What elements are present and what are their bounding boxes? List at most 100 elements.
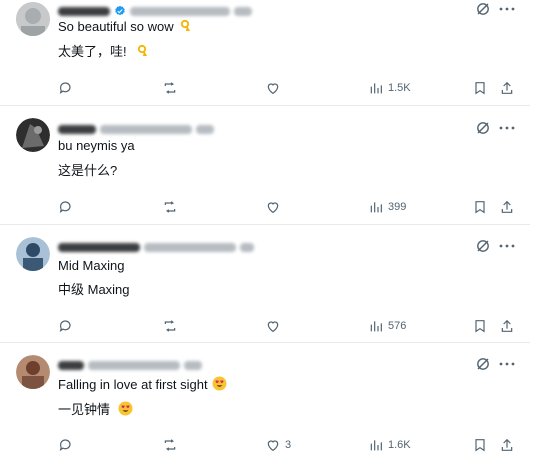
heart-icon: [267, 202, 279, 214]
display-name-blurred[interactable]: [58, 124, 96, 134]
view-count: 399: [388, 201, 407, 213]
view-count: 576: [388, 320, 407, 332]
heart-icon: [267, 321, 279, 333]
bookmark-button[interactable]: [472, 79, 488, 97]
bookmark-icon: [475, 320, 485, 333]
avatar[interactable]: [16, 237, 50, 271]
timestamp-blurred[interactable]: [184, 360, 202, 370]
share-button[interactable]: [499, 317, 515, 335]
share-icon: [501, 200, 513, 213]
bookmark-button[interactable]: [472, 317, 488, 335]
like-button[interactable]: 3: [265, 436, 291, 454]
share-button[interactable]: [499, 436, 515, 454]
reply-button[interactable]: [58, 317, 74, 335]
ok-hand-icon: [137, 44, 147, 56]
views-button[interactable]: 1.5K: [368, 79, 411, 97]
repost-button[interactable]: [162, 317, 178, 335]
avatar[interactable]: [16, 2, 50, 36]
share-icon: [501, 81, 513, 94]
reply-post[interactable]: Mid Maxing 中级 Maxing 576: [0, 225, 530, 343]
reply-button[interactable]: [58, 436, 74, 454]
action-bar: 399: [0, 198, 530, 216]
reply-text-line-1: Falling in love at first sight: [58, 376, 227, 393]
views-icon: [370, 83, 382, 94]
reply-text-line-1: So beautiful so wow: [58, 19, 192, 35]
handle-blurred[interactable]: [88, 360, 180, 370]
views-button[interactable]: 399: [368, 198, 406, 216]
reply-icon: [59, 320, 71, 332]
reply-translation: 中级 Maxing: [58, 282, 130, 297]
reply-text: bu neymis ya: [58, 138, 135, 153]
more-options-icon[interactable]: [498, 1, 516, 17]
bookmark-button[interactable]: [472, 436, 488, 454]
bookmark-icon: [475, 201, 485, 214]
repost-button[interactable]: [162, 198, 178, 216]
repost-icon: [164, 320, 176, 332]
grok-icon[interactable]: [475, 356, 491, 372]
reply-text: Falling in love at first sight: [58, 377, 208, 392]
avatar[interactable]: [16, 118, 50, 152]
author-header: [58, 122, 214, 136]
action-bar: 1.5K: [0, 79, 530, 97]
reply-text-line-2: 中级 Maxing: [58, 282, 130, 298]
views-icon: [370, 321, 382, 332]
reply-icon: [59, 439, 71, 451]
share-button[interactable]: [499, 79, 515, 97]
bookmark-button[interactable]: [472, 198, 488, 216]
reply-translation: 一见钟情: [58, 402, 111, 417]
like-button[interactable]: [265, 317, 285, 335]
reply-text-line-1: Mid Maxing: [58, 258, 124, 274]
like-button[interactable]: [265, 198, 285, 216]
like-button[interactable]: [265, 79, 285, 97]
reply-translation: 这是什么?: [58, 163, 118, 178]
heart-eyes-icon: [212, 376, 227, 391]
timestamp-blurred[interactable]: [196, 124, 214, 134]
display-name-blurred[interactable]: [58, 360, 84, 370]
share-button[interactable]: [499, 198, 515, 216]
ok-hand-icon: [180, 19, 190, 31]
more-options-icon[interactable]: [498, 120, 516, 136]
repost-icon: [164, 82, 176, 94]
reply-text: So beautiful so wow: [58, 19, 174, 34]
reply-text-line-2: 这是什么?: [58, 163, 117, 179]
timestamp-blurred[interactable]: [240, 242, 254, 252]
handle-blurred[interactable]: [130, 6, 230, 16]
views-button[interactable]: 576: [368, 317, 406, 335]
views-button[interactable]: 1.6K: [368, 436, 411, 454]
share-icon: [501, 319, 513, 332]
reply-icon: [59, 82, 71, 94]
avatar[interactable]: [16, 355, 50, 389]
reply-icon: [59, 201, 71, 213]
handle-blurred[interactable]: [100, 124, 192, 134]
author-header: [58, 358, 202, 372]
bookmark-icon: [475, 82, 485, 95]
display-name-blurred[interactable]: [58, 242, 140, 252]
verified-badge-icon: [115, 5, 125, 16]
view-count: 1.6K: [388, 439, 411, 451]
reply-button[interactable]: [58, 198, 74, 216]
display-name-blurred[interactable]: [58, 6, 110, 16]
repost-button[interactable]: [162, 79, 178, 97]
more-options-icon[interactable]: [498, 356, 516, 372]
grok-icon[interactable]: [475, 1, 491, 17]
reply-post[interactable]: bu neymis ya 这是什么? 399: [0, 111, 530, 225]
reply-translation: 太美了，哇!: [58, 44, 127, 59]
timestamp-blurred[interactable]: [234, 6, 252, 16]
author-header: [58, 4, 252, 18]
grok-icon[interactable]: [475, 238, 491, 254]
action-bar: 576: [0, 317, 530, 335]
divider: [0, 105, 530, 106]
reply-text-line-2: 太美了，哇!: [58, 44, 149, 60]
more-options-icon[interactable]: [498, 238, 516, 254]
grok-icon[interactable]: [475, 120, 491, 136]
repost-button[interactable]: [162, 436, 178, 454]
handle-blurred[interactable]: [144, 242, 236, 252]
reply-button[interactable]: [58, 79, 74, 97]
like-count: 3: [285, 439, 292, 451]
repost-icon: [164, 201, 176, 213]
action-bar: 3 1.6K: [0, 436, 530, 454]
heart-icon: [267, 440, 279, 452]
reply-post[interactable]: Falling in love at first sight 一见钟情 3 1.…: [0, 343, 530, 469]
views-icon: [370, 440, 382, 451]
reply-post[interactable]: So beautiful so wow 太美了，哇! 1.5K: [0, 0, 530, 106]
